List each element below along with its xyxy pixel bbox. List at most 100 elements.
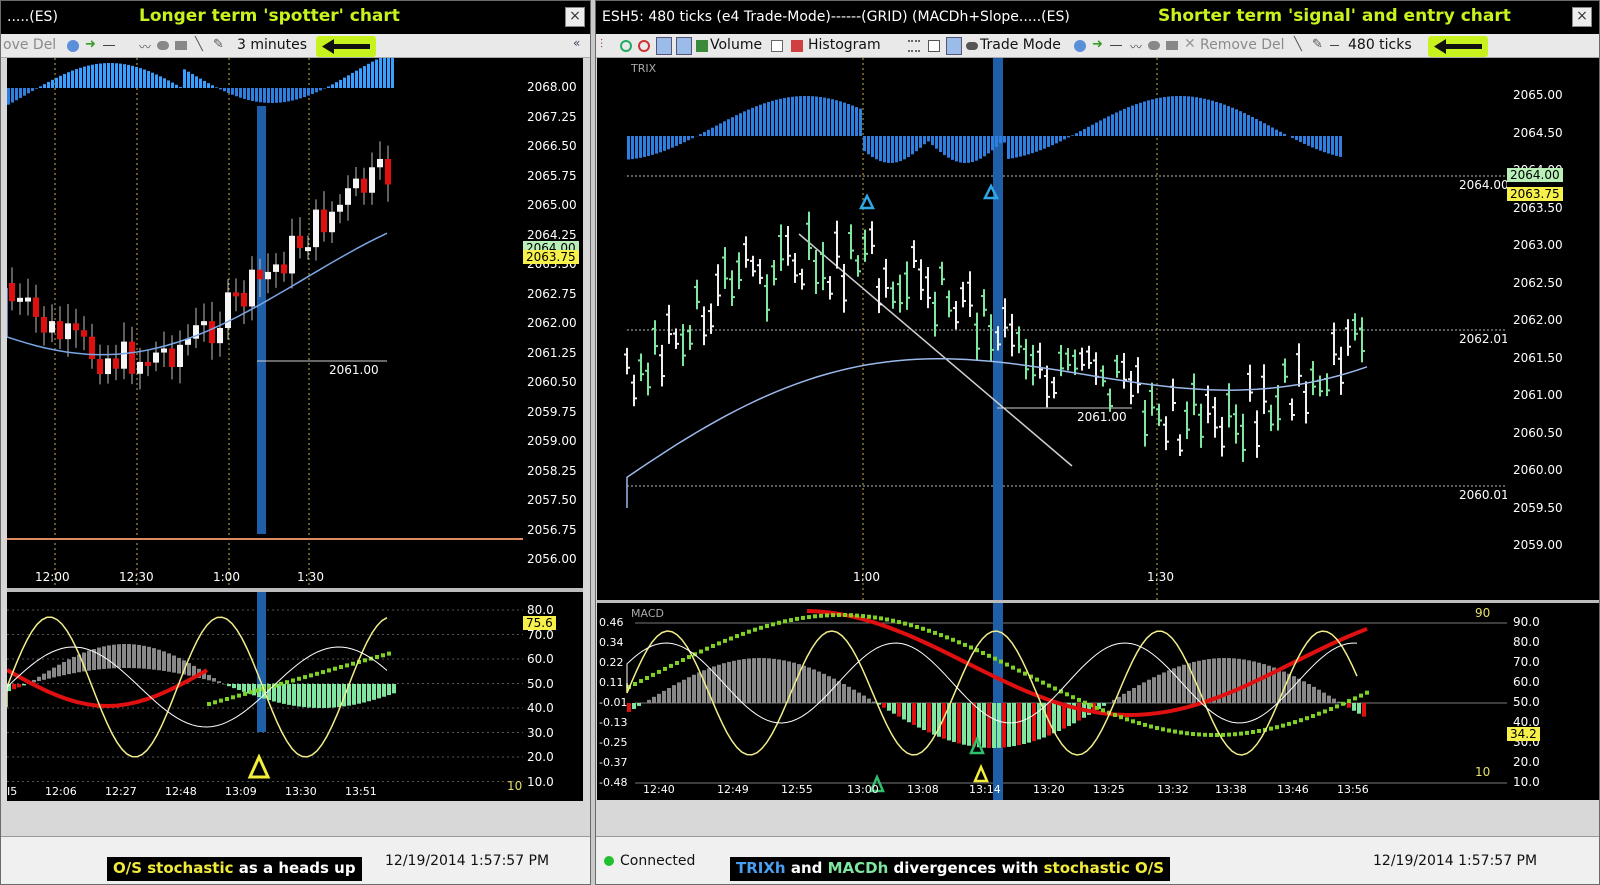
volume-icon[interactable] <box>696 40 708 52</box>
macd-dot <box>657 669 661 674</box>
trade-mode-button[interactable]: Trade Mode <box>980 37 1061 53</box>
right-bottom-time: 13:08 <box>907 783 939 796</box>
left-remove-del-button[interactable]: ove Del <box>3 37 56 53</box>
macd-histogram-bar <box>847 686 851 703</box>
wave-icon[interactable]: 〰 <box>1130 38 1142 54</box>
chat-icon[interactable] <box>1074 40 1086 52</box>
zoom-out-icon[interactable] <box>638 40 650 52</box>
trix-bar <box>679 136 682 145</box>
trix-bar <box>735 115 738 136</box>
macd-histogram-bar <box>1012 703 1016 747</box>
macd-histogram-bar <box>1312 686 1316 703</box>
macd-dot <box>747 629 751 634</box>
trix-bar <box>927 136 930 142</box>
trix-bar <box>759 104 762 136</box>
trix-bar <box>91 64 94 88</box>
macd-dot <box>675 661 679 665</box>
trix-bar <box>1035 136 1038 152</box>
dash-icon[interactable] <box>1330 45 1339 46</box>
scroll-left-icon[interactable]: « <box>573 36 585 50</box>
left-close-button[interactable]: × <box>565 7 585 27</box>
clipboard-icon[interactable] <box>928 40 940 52</box>
ellipse-icon[interactable] <box>157 41 169 50</box>
trix-bar <box>935 136 938 149</box>
properties-icon[interactable] <box>771 40 783 52</box>
trix-bar <box>767 101 770 136</box>
macd-dot <box>735 634 739 639</box>
grid-toggle-icon[interactable] <box>946 37 962 55</box>
zoom-in-icon[interactable] <box>620 40 632 52</box>
trix-bar <box>267 88 270 103</box>
left-statusbar: O/S stochastic as a heads up 12/19/2014 … <box>1 836 590 884</box>
macd-histogram-bar <box>1017 703 1021 746</box>
macd-histogram-bar <box>1002 703 1006 748</box>
pencil-icon[interactable]: ✎ <box>1312 37 1324 52</box>
crosshair-icon[interactable] <box>676 37 692 55</box>
right-price-tick: 2064.50 <box>1513 125 1563 140</box>
rectangle-icon[interactable] <box>175 41 187 50</box>
right-window-title: ESH5: 480 ticks (e4 Trade-Mode)------(GR… <box>602 9 1070 25</box>
macd-dot <box>207 702 211 706</box>
left-bottom-time: 12:06 <box>45 785 77 798</box>
minus-icon[interactable] <box>103 45 115 46</box>
trix-bar <box>715 125 718 136</box>
macd-histogram-bar <box>757 658 761 703</box>
candle-body <box>177 344 183 367</box>
trix-bar <box>827 98 830 136</box>
macd-dot <box>801 615 805 620</box>
arrow-right-icon[interactable]: ➜ <box>1092 38 1104 51</box>
line-tool-icon[interactable]: ╲ <box>195 37 207 52</box>
macd-histogram-bar <box>1242 659 1246 703</box>
trix-bar <box>1051 136 1054 146</box>
volume-button[interactable]: Volume <box>710 37 762 53</box>
trix-bar <box>179 87 182 88</box>
right-bottom-time: 13:20 <box>1033 783 1065 796</box>
osc-histogram-bar <box>367 684 371 702</box>
left-annotation-arrow <box>316 36 376 57</box>
trix-bar <box>59 75 62 88</box>
left-interval-selector[interactable]: 3 minutes <box>237 37 307 53</box>
right-price-badge-top: 2064.00 <box>1507 168 1563 182</box>
macd-dot <box>375 655 379 659</box>
macd-dot <box>1227 732 1231 737</box>
trade-mode-icon[interactable] <box>966 42 978 50</box>
macd-histogram-bar <box>807 667 811 703</box>
histogram-button[interactable]: Histogram <box>808 37 881 53</box>
trix-bar <box>1019 136 1022 157</box>
rectangle-icon[interactable] <box>1166 41 1178 50</box>
wave-icon[interactable]: 〰 <box>139 38 151 54</box>
right-price-tick: 2063.00 <box>1513 238 1563 252</box>
arrow-right-icon[interactable]: ➜ <box>85 38 97 51</box>
remove-del-button[interactable]: Remove Del <box>1200 37 1285 53</box>
macd-dot <box>279 681 283 686</box>
histogram-icon[interactable] <box>791 40 803 52</box>
macd-dot <box>1197 732 1201 737</box>
right-annotation: Shorter term 'signal' and entry chart <box>1158 6 1511 26</box>
ellipse-icon[interactable] <box>1148 41 1160 50</box>
cursor-icon[interactable] <box>656 37 672 55</box>
macd-dot <box>1023 671 1027 676</box>
macd-axis-tick: -0.01 <box>599 696 628 709</box>
line-tool-icon[interactable]: ╲ <box>1294 37 1306 52</box>
right-bottom-time: 13:14 <box>969 783 1001 796</box>
chat-icon[interactable] <box>67 40 79 52</box>
right-level-90: 90 <box>1475 606 1491 620</box>
osc-histogram-bar <box>107 645 111 669</box>
macd-dot <box>687 655 691 660</box>
pencil-icon[interactable]: ✎ <box>213 37 225 52</box>
right-interval-selector[interactable]: 480 ticks <box>1348 37 1412 53</box>
grid-icon[interactable] <box>908 40 920 52</box>
macd-dot <box>645 676 649 680</box>
remove-icon[interactable]: ✕ <box>1184 36 1196 52</box>
macd-histogram-bar <box>647 699 651 703</box>
candles-icon[interactable]: ⫶ <box>600 37 612 51</box>
macd-dot <box>1281 723 1285 728</box>
macd-dot <box>249 690 253 695</box>
minus-icon[interactable] <box>1110 45 1122 46</box>
right-close-button[interactable]: × <box>1572 7 1592 27</box>
osc-histogram-bar <box>382 684 386 697</box>
trix-bar <box>1099 120 1102 136</box>
trix-bar <box>1335 136 1338 156</box>
osc-histogram-bar <box>292 684 296 706</box>
trix-bar <box>903 136 906 160</box>
